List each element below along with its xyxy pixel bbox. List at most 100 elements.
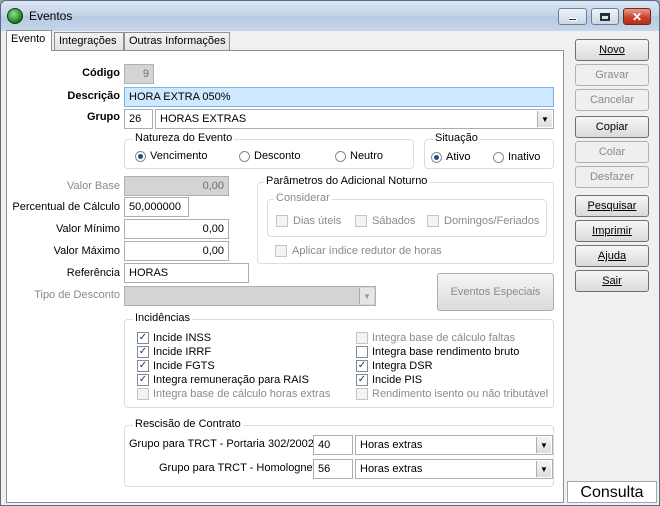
copiar-button[interactable]: Copiar	[575, 116, 649, 138]
checkbox-rendimento-isento[interactable]	[356, 388, 368, 400]
checkbox-aplicar-indice[interactable]	[275, 245, 287, 257]
ajuda-button-label: Ajuda	[597, 250, 627, 262]
radio-desconto[interactable]	[239, 151, 250, 162]
minimize-icon	[568, 18, 577, 21]
rescisao-title: Rescisão de Contrato	[133, 418, 243, 430]
gravar-button[interactable]: Gravar	[575, 64, 649, 86]
colar-button[interactable]: Colar	[575, 141, 649, 163]
checkbox-integra-rais[interactable]: ✓	[137, 374, 149, 386]
radio-neutro[interactable]	[335, 151, 346, 162]
grupo-label: Grupo	[87, 111, 120, 123]
checkbox-integra-dsr[interactable]: ✓	[356, 360, 368, 372]
radio-inativo[interactable]	[493, 152, 504, 163]
integra-rais-label: Integra remuneração para RAIS	[153, 374, 309, 386]
copiar-button-label: Copiar	[595, 121, 629, 133]
sair-button-label: Sair	[602, 275, 622, 287]
cancelar-button-label: Cancelar	[589, 94, 635, 106]
integra-faltas-label: Integra base de cálculo faltas	[372, 332, 516, 344]
integra-dsr-label: Integra DSR	[372, 360, 433, 372]
app-logo-icon	[7, 8, 23, 24]
sabados-label: Sábados	[372, 215, 416, 227]
valor-minimo-input[interactable]: 0,00	[124, 219, 229, 239]
radio-ativo[interactable]	[431, 152, 442, 163]
close-button[interactable]: ✕	[623, 8, 651, 25]
checkbox-integra-horas-extras[interactable]	[137, 388, 149, 400]
checkbox-incide-irrf[interactable]: ✓	[137, 346, 149, 358]
grupo-code-input[interactable]: 26	[124, 109, 153, 129]
desfazer-button[interactable]: Desfazer	[575, 166, 649, 188]
checkbox-integra-rendimento-bruto[interactable]	[356, 346, 368, 358]
chevron-down-icon[interactable]: ▼	[536, 461, 551, 477]
incide-pis-label: Incide PIS	[372, 374, 423, 386]
incide-fgts-label: Incide FGTS	[153, 360, 215, 372]
valor-maximo-label: Valor Máximo	[53, 245, 120, 257]
portaria-select-value: Horas extras	[360, 439, 423, 451]
title-bar[interactable]: Eventos ✕	[1, 1, 659, 31]
descricao-input[interactable]: HORA EXTRA 050%	[124, 87, 554, 107]
ajuda-button[interactable]: Ajuda	[575, 245, 649, 267]
imprimir-button[interactable]: Imprimir	[575, 220, 649, 242]
situacao-title: Situação	[433, 132, 480, 144]
tipo-desconto-select: ▼	[124, 286, 376, 306]
imprimir-button-label: Imprimir	[592, 225, 632, 237]
codigo-field: 9	[124, 64, 154, 84]
descricao-label: Descrição	[67, 90, 120, 102]
integra-rendimento-bruto-label: Integra base rendimento bruto	[372, 346, 520, 358]
close-icon: ✕	[631, 9, 643, 24]
novo-button-label: Novo	[599, 44, 625, 56]
valor-maximo-input[interactable]: 0,00	[124, 241, 229, 261]
checkbox-incide-fgts[interactable]: ✓	[137, 360, 149, 372]
integra-horas-extras-label: Integra base de cálculo horas extras	[153, 388, 331, 400]
referencia-input[interactable]: HORAS	[124, 263, 249, 283]
percentual-input[interactable]: 50,000000	[124, 197, 189, 217]
radio-vencimento-label: Vencimento	[150, 150, 208, 162]
minimize-button[interactable]	[558, 8, 587, 25]
eventos-especiais-button[interactable]: Eventos Especiais	[437, 273, 554, 311]
natureza-group: Natureza do Evento Vencimento Desconto N…	[124, 132, 414, 169]
incide-inss-label: Incide INSS	[153, 332, 212, 344]
chevron-down-icon: ▼	[359, 288, 374, 304]
window-title: Eventos	[29, 9, 73, 23]
maximize-button[interactable]	[591, 8, 619, 25]
homolognet-select-value: Horas extras	[360, 463, 423, 475]
chevron-down-icon[interactable]: ▼	[537, 111, 552, 127]
checkbox-dias-uteis[interactable]	[276, 215, 288, 227]
referencia-label: Referência	[66, 267, 120, 279]
considerar-title: Considerar	[274, 192, 332, 204]
domingos-feriados-label: Domingos/Feriados	[444, 215, 540, 227]
maximize-icon	[600, 12, 610, 21]
checkbox-integra-faltas[interactable]	[356, 332, 368, 344]
novo-button[interactable]: Novo	[575, 39, 649, 61]
portaria-code-input[interactable]: 40	[313, 435, 353, 455]
checkbox-incide-inss[interactable]: ✓	[137, 332, 149, 344]
gravar-button-label: Gravar	[595, 69, 629, 81]
adicional-noturno-group: Parâmetros do Adicional Noturno Consider…	[257, 175, 554, 264]
radio-inativo-label: Inativo	[508, 151, 541, 163]
homolognet-select[interactable]: Horas extras ▼	[355, 459, 553, 479]
cancelar-button[interactable]: Cancelar	[575, 89, 649, 111]
chevron-down-icon[interactable]: ▼	[536, 437, 551, 453]
grupo-select[interactable]: HORAS EXTRAS ▼	[155, 109, 554, 129]
desfazer-button-label: Desfazer	[589, 171, 635, 183]
tab-integracoes[interactable]: Integrações	[54, 32, 124, 50]
radio-vencimento[interactable]	[135, 151, 146, 162]
incide-irrf-label: Incide IRRF	[153, 346, 212, 358]
sair-button[interactable]: Sair	[575, 270, 649, 292]
eventos-window: Eventos ✕ Evento Integrações Outras Info…	[0, 0, 660, 506]
natureza-title: Natureza do Evento	[133, 132, 235, 144]
grupo-select-value: HORAS EXTRAS	[160, 113, 247, 125]
checkbox-sabados[interactable]	[355, 215, 367, 227]
aplicar-indice-label: Aplicar índice redutor de horas	[292, 245, 442, 257]
portaria-select[interactable]: Horas extras ▼	[355, 435, 553, 455]
checkbox-domingos-feriados[interactable]	[427, 215, 439, 227]
radio-neutro-label: Neutro	[350, 150, 384, 162]
valor-base-field: 0,00	[124, 176, 229, 196]
rendimento-isento-label: Rendimento isento ou não tributável	[372, 388, 549, 400]
tab-outras-informacoes[interactable]: Outras Informações	[124, 32, 230, 50]
tab-evento[interactable]: Evento	[6, 30, 52, 51]
portaria-label: Grupo para TRCT - Portaria 302/2002	[129, 438, 314, 450]
homolognet-code-input[interactable]: 56	[313, 459, 353, 479]
rescisao-group: Rescisão de Contrato Grupo para TRCT - P…	[124, 418, 554, 487]
pesquisar-button[interactable]: Pesquisar	[575, 195, 649, 217]
checkbox-incide-pis[interactable]: ✓	[356, 374, 368, 386]
